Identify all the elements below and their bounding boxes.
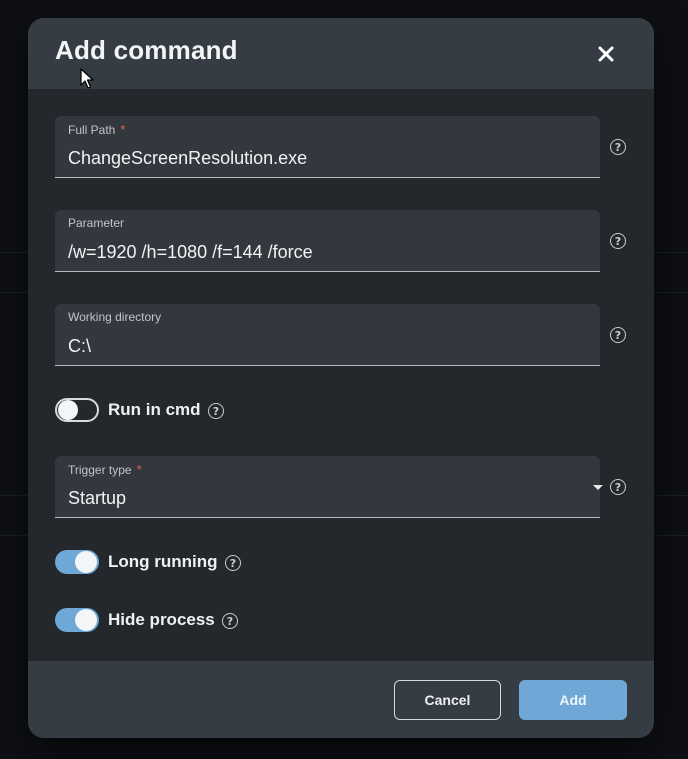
long-running-help-icon[interactable]: ? — [225, 555, 241, 571]
toggle-knob — [75, 551, 97, 573]
full-path-field[interactable]: Full Path * ChangeScreenResolution.exe — [55, 116, 600, 178]
toggle-knob — [75, 609, 97, 631]
long-running-toggle[interactable] — [55, 550, 99, 574]
hide-process-help-icon[interactable]: ? — [222, 613, 238, 629]
long-running-label: Long running — [108, 552, 218, 571]
close-icon — [598, 46, 614, 62]
working-directory-label: Working directory — [68, 310, 162, 324]
parameter-help-icon[interactable]: ? — [610, 233, 626, 249]
hide-process-label: Hide process — [108, 610, 215, 629]
working-directory-input[interactable]: C:\ — [68, 336, 91, 357]
full-path-help-icon[interactable]: ? — [610, 139, 626, 155]
parameter-input[interactable]: /w=1920 /h=1080 /f=144 /force — [68, 242, 313, 263]
working-directory-field[interactable]: Working directory C:\ — [55, 304, 600, 366]
run-in-cmd-help-icon[interactable]: ? — [208, 403, 224, 419]
dialog-footer: Cancel Add — [28, 661, 654, 738]
add-button[interactable]: Add — [519, 680, 627, 720]
required-marker: * — [120, 122, 126, 137]
parameter-label: Parameter — [68, 216, 125, 230]
toggle-knob — [58, 400, 78, 420]
mouse-cursor-icon — [80, 68, 94, 89]
run-in-cmd-label: Run in cmd — [108, 400, 201, 419]
trigger-type-label: Trigger type * — [68, 462, 142, 477]
required-marker: * — [136, 462, 142, 477]
trigger-type-select[interactable]: Trigger type * Startup — [55, 456, 603, 518]
trigger-type-help-icon[interactable]: ? — [610, 479, 626, 495]
dialog-header: Add command — [28, 18, 654, 89]
hide-process-toggle[interactable] — [55, 608, 99, 632]
add-command-dialog: Add command Full Path * ChangeScreenResol… — [28, 18, 654, 738]
parameter-field[interactable]: Parameter /w=1920 /h=1080 /f=144 /force — [55, 210, 600, 272]
run-in-cmd-toggle[interactable] — [55, 398, 99, 422]
working-directory-help-icon[interactable]: ? — [610, 327, 626, 343]
full-path-label: Full Path * — [68, 122, 126, 137]
full-path-input[interactable]: ChangeScreenResolution.exe — [68, 148, 307, 169]
trigger-type-value: Startup — [68, 488, 127, 508]
cancel-button[interactable]: Cancel — [394, 680, 501, 720]
chevron-down-icon[interactable] — [593, 485, 603, 490]
dialog-title: Add command — [55, 35, 238, 65]
close-button[interactable] — [592, 40, 620, 68]
